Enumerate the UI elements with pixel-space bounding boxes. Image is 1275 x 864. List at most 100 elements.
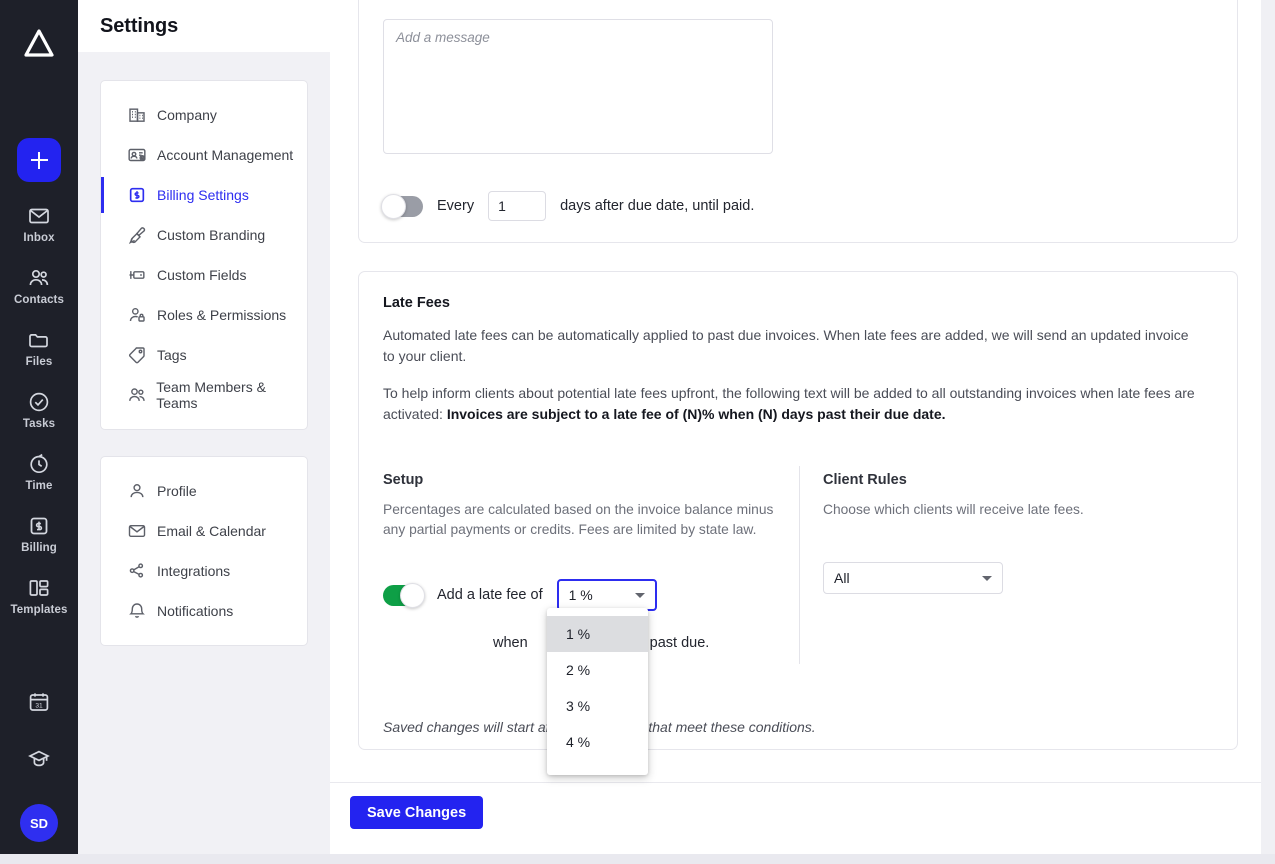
- settings-main-panel: Add a message Every days after due date,…: [330, 0, 1275, 864]
- sidebar-item-company[interactable]: Company: [101, 95, 307, 135]
- settings-scroll-area: Add a message Every days after due date,…: [330, 0, 1261, 782]
- late-fee-percent-value: 1 %: [568, 587, 593, 603]
- integrations-icon: [127, 561, 157, 581]
- sidebar-item-tags[interactable]: Tags: [101, 335, 307, 375]
- settings-nav-primary: Company Account Management Billing Setti…: [100, 80, 308, 430]
- setup-description: Percentages are calculated based on the …: [383, 502, 774, 537]
- create-new-button[interactable]: [17, 138, 61, 182]
- window-bottom-strip: [0, 854, 1275, 864]
- sidebar-item-label: Custom Fields: [157, 267, 247, 283]
- sidebar-item-custom-fields[interactable]: Custom Fields: [101, 255, 307, 295]
- page-title: Settings: [100, 14, 179, 37]
- late-fees-notice: To help inform clients about potential l…: [383, 383, 1213, 425]
- settings-footer: Save Changes: [330, 782, 1261, 854]
- settings-header: Settings: [78, 0, 330, 52]
- building-icon: [127, 105, 157, 125]
- dropdown-option[interactable]: 4 %: [547, 724, 648, 760]
- when-suffix-label: past due.: [649, 635, 710, 651]
- rail-label: Files: [25, 356, 53, 368]
- reminder-days-input[interactable]: [488, 191, 547, 221]
- late-fee-percent-dropdown[interactable]: 1 % 2 % 3 % 4 %: [547, 608, 648, 775]
- late-fees-description: Automated late fees can be automatically…: [383, 327, 1189, 364]
- late-fees-title: Late Fees: [383, 295, 450, 311]
- rail-item-files[interactable]: Files: [0, 328, 78, 368]
- client-rules-description: Choose which clients will receive late f…: [823, 502, 1084, 517]
- sidebar-item-account-management[interactable]: Account Management: [101, 135, 307, 175]
- late-fees-card: Late Fees Automated late fees can be aut…: [358, 271, 1238, 750]
- sidebar-item-custom-branding[interactable]: Custom Branding: [101, 215, 307, 255]
- client-rules-select[interactable]: All: [823, 562, 1003, 594]
- graduation-cap-icon[interactable]: [27, 747, 51, 776]
- late-fee-toggle[interactable]: [383, 582, 425, 608]
- users-icon: [127, 385, 156, 405]
- user-icon: [127, 481, 157, 501]
- every-label: Every: [437, 198, 475, 214]
- bell-icon: [127, 601, 157, 621]
- app-logo-icon[interactable]: [17, 22, 61, 66]
- late-fees-notice-bold: Invoices are subject to a late fee of (N…: [446, 406, 946, 422]
- settings-nav-secondary: Profile Email & Calendar Integrations No…: [100, 456, 308, 646]
- main-scrollbar[interactable]: [1261, 0, 1275, 854]
- chevron-down-icon: [982, 576, 992, 581]
- rail-item-inbox[interactable]: Inbox: [0, 204, 78, 244]
- repeat-reminder-row: Every days after due date, until paid.: [381, 191, 754, 221]
- avatar[interactable]: SD: [20, 804, 58, 842]
- sidebar-item-label: Team Members & Teams: [156, 379, 266, 411]
- sidebar-item-label: Account Management: [157, 147, 294, 163]
- dropdown-option[interactable]: 2 %: [547, 652, 648, 688]
- envelope-icon: [127, 521, 157, 541]
- late-fee-setup-row: Add a late fee of 1 %: [383, 579, 657, 611]
- calendar-31-icon[interactable]: 31: [27, 690, 51, 719]
- dropdown-option[interactable]: 1 %: [547, 616, 648, 652]
- sidebar-item-profile[interactable]: Profile: [101, 471, 307, 511]
- avatar-initials: SD: [29, 815, 49, 831]
- rail-label: Templates: [10, 604, 68, 616]
- rail-label: Time: [25, 480, 53, 492]
- sidebar-item-label: Tags: [157, 347, 187, 363]
- rail-bottom-group: 31 SD: [20, 690, 58, 864]
- sidebar-item-team-members-teams[interactable]: Team Members & Teams: [101, 375, 307, 415]
- id-card-gear-icon: [127, 145, 157, 165]
- paintbrush-icon: [127, 225, 157, 245]
- sidebar-item-label: Notifications: [157, 603, 234, 619]
- sidebar-item-notifications[interactable]: Notifications: [101, 591, 307, 631]
- sidebar-item-label: Roles & Permissions: [157, 307, 287, 323]
- custom-fields-icon: [127, 265, 157, 285]
- save-button[interactable]: Save Changes: [350, 796, 484, 829]
- rail-item-tasks[interactable]: Tasks: [0, 390, 78, 430]
- app-root: Inbox Contacts Files Tasks Time Billing …: [0, 0, 1275, 864]
- repeat-reminder-toggle[interactable]: [381, 193, 423, 219]
- setup-column: Setup Percentages are calculated based o…: [383, 472, 783, 540]
- svg-text:31: 31: [35, 702, 43, 709]
- tag-icon: [127, 345, 157, 365]
- sidebar-item-roles-permissions[interactable]: Roles & Permissions: [101, 295, 307, 335]
- chevron-down-icon: [634, 593, 645, 598]
- rail-item-contacts[interactable]: Contacts: [0, 266, 78, 306]
- sidebar-item-label: Integrations: [157, 563, 231, 579]
- client-rules-select-value: All: [834, 570, 850, 586]
- sidebar-item-billing-settings[interactable]: Billing Settings: [101, 175, 307, 215]
- reminders-card: Add a message Every days after due date,…: [358, 0, 1238, 243]
- sidebar-item-email-calendar[interactable]: Email & Calendar: [101, 511, 307, 551]
- rail-label: Tasks: [22, 418, 56, 430]
- sidebar-item-label: Profile: [157, 483, 197, 499]
- rail-item-billing[interactable]: Billing: [0, 514, 78, 554]
- settings-nav-column: Settings Company Account Management Bill…: [78, 0, 330, 864]
- late-fee-percent-select[interactable]: 1 %: [556, 579, 657, 611]
- user-lock-icon: [127, 305, 157, 325]
- dollar-card-icon: [127, 185, 157, 205]
- when-prefix-label: when: [493, 635, 528, 651]
- setup-heading: Setup: [383, 472, 424, 488]
- dropdown-option[interactable]: 3 %: [547, 688, 648, 724]
- sidebar-item-integrations[interactable]: Integrations: [101, 551, 307, 591]
- message-textarea[interactable]: Add a message: [383, 19, 773, 154]
- sidebar-item-label: Custom Branding: [157, 227, 266, 243]
- sidebar-item-label: Billing Settings: [157, 187, 249, 203]
- rail-item-time[interactable]: Time: [0, 452, 78, 492]
- late-fee-label: Add a late fee of: [437, 587, 543, 603]
- rail-label: Contacts: [13, 294, 64, 306]
- sidebar-item-label: Email & Calendar: [157, 523, 266, 539]
- rail-item-templates[interactable]: Templates: [0, 576, 78, 616]
- client-rules-column: Client Rules Choose which clients will r…: [823, 472, 1203, 594]
- rail-label: Billing: [21, 542, 57, 554]
